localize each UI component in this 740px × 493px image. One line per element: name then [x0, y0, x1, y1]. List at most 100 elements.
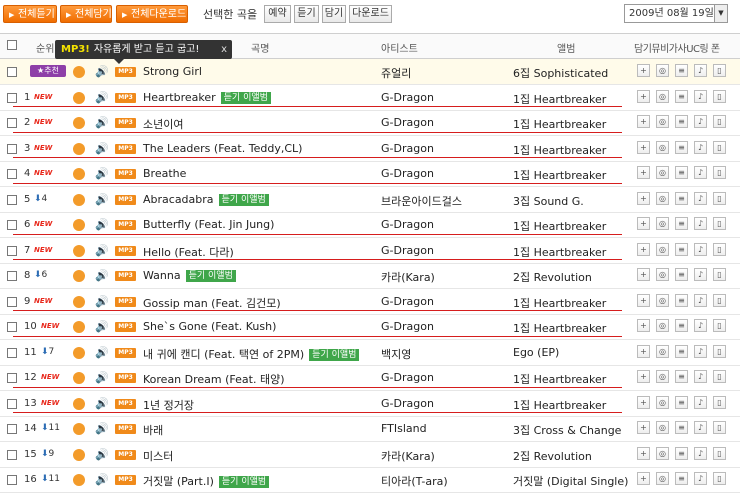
- song-title[interactable]: 거짓말 (Part.I) 듣기 이앨범: [143, 473, 270, 489]
- phone-icon[interactable]: ▯: [713, 472, 726, 485]
- row-checkbox[interactable]: [7, 118, 17, 128]
- artist-name[interactable]: 카라(Kara): [381, 448, 435, 464]
- mp3-icon[interactable]: MP3: [115, 322, 136, 332]
- phone-icon[interactable]: ▯: [713, 395, 726, 409]
- mv-icon[interactable]: ◎: [656, 293, 669, 307]
- song-title[interactable]: 미스터: [143, 448, 173, 464]
- row-checkbox[interactable]: [7, 143, 17, 154]
- album-name[interactable]: 1집 Heartbreaker: [513, 91, 606, 107]
- play-all-button[interactable]: ▶ 전체듣기: [3, 5, 57, 23]
- phone-icon[interactable]: ▯: [713, 217, 726, 230]
- speaker-icon[interactable]: 🔊: [95, 244, 109, 257]
- lyrics-icon[interactable]: ≡: [675, 293, 688, 307]
- play-icon[interactable]: [73, 142, 85, 155]
- row-checkbox[interactable]: [7, 296, 17, 307]
- phone-icon[interactable]: ▯: [713, 446, 726, 460]
- phone-icon[interactable]: ▯: [713, 242, 726, 256]
- mv-icon[interactable]: ◎: [656, 166, 669, 179]
- lyrics-icon[interactable]: ≡: [675, 421, 688, 434]
- mv-icon[interactable]: ◎: [656, 217, 669, 230]
- song-title[interactable]: Heartbreaker 듣기 이앨범: [143, 91, 271, 104]
- album-name[interactable]: 1집 Heartbreaker: [513, 295, 606, 311]
- lyrics-icon[interactable]: ≡: [675, 344, 688, 358]
- ucc-icon[interactable]: ♪: [694, 472, 707, 485]
- table-row[interactable]: 14 ⬇11 🔊 MP3 바래 FTIsland 3집 Cross & Change + ◎ ≡ ♪…: [0, 416, 740, 442]
- row-checkbox[interactable]: [7, 398, 17, 409]
- chevron-down-icon[interactable]: ▼: [714, 4, 728, 23]
- song-title[interactable]: Gossip man (Feat. 김건모): [143, 295, 281, 311]
- play-icon[interactable]: [73, 295, 85, 308]
- mp3-icon[interactable]: MP3: [115, 245, 136, 256]
- add-button[interactable]: 담기: [322, 5, 346, 23]
- album-name[interactable]: Ego (EP): [513, 346, 559, 359]
- add-icon[interactable]: +: [637, 395, 650, 409]
- ucc-icon[interactable]: ♪: [694, 421, 707, 434]
- play-icon[interactable]: [73, 91, 85, 104]
- album-name[interactable]: 1집 Heartbreaker: [513, 142, 606, 158]
- add-icon[interactable]: +: [637, 344, 650, 358]
- mv-icon[interactable]: ◎: [656, 191, 669, 205]
- mp3-icon[interactable]: MP3: [115, 220, 136, 230]
- artist-name[interactable]: G-Dragon: [381, 397, 434, 410]
- phone-icon[interactable]: ▯: [713, 293, 726, 307]
- play-icon[interactable]: [73, 66, 85, 78]
- album-name[interactable]: 6집 Sophisticated: [513, 65, 608, 81]
- song-title[interactable]: She`s Gone (Feat. Kush): [143, 320, 276, 333]
- ucc-icon[interactable]: ♪: [694, 64, 707, 77]
- phone-icon[interactable]: ▯: [713, 89, 726, 103]
- lyrics-icon[interactable]: ≡: [675, 446, 688, 460]
- phone-icon[interactable]: ▯: [713, 268, 726, 281]
- speaker-icon[interactable]: 🔊: [95, 422, 109, 435]
- row-checkbox[interactable]: [7, 92, 17, 103]
- album-name[interactable]: 2집 Revolution: [513, 269, 592, 285]
- speaker-icon[interactable]: 🔊: [95, 346, 109, 359]
- row-checkbox[interactable]: [7, 424, 17, 434]
- artist-name[interactable]: 티아라(T-ara): [381, 473, 448, 489]
- table-row[interactable]: 8 ⬇6 🔊 MP3 Wanna 듣기 이앨범 카라(Kara) 2집 Revolution +…: [0, 263, 740, 289]
- add-all-button[interactable]: ▶ 전체담기: [60, 5, 112, 23]
- listen-album-badge[interactable]: 듣기 이앨범: [220, 91, 271, 104]
- mp3-icon[interactable]: MP3: [115, 143, 136, 154]
- add-icon[interactable]: +: [637, 217, 650, 230]
- artist-name[interactable]: 브라운아이드걸스: [381, 193, 462, 209]
- add-icon[interactable]: +: [637, 166, 650, 179]
- ucc-icon[interactable]: ♪: [694, 115, 707, 128]
- play-icon[interactable]: [73, 397, 85, 410]
- album-name[interactable]: 3집 Sound G.: [513, 193, 584, 209]
- play-icon[interactable]: [73, 270, 85, 282]
- artist-name[interactable]: G-Dragon: [381, 116, 434, 129]
- speaker-icon[interactable]: 🔊: [95, 218, 109, 231]
- add-icon[interactable]: +: [637, 319, 650, 332]
- album-name[interactable]: 2집 Revolution: [513, 448, 592, 464]
- artist-name[interactable]: 백지영: [381, 346, 411, 362]
- speaker-icon[interactable]: 🔊: [95, 320, 109, 333]
- artist-name[interactable]: FTIsland: [381, 422, 427, 435]
- speaker-icon[interactable]: 🔊: [95, 193, 109, 206]
- play-icon[interactable]: [73, 168, 85, 180]
- artist-name[interactable]: 카라(Kara): [381, 269, 435, 285]
- table-row[interactable]: 5 ⬇4 🔊 MP3 Abracadabra 듣기 이앨범 브라운아이드걸스 3집 Sound…: [0, 187, 740, 213]
- mv-icon[interactable]: ◎: [656, 344, 669, 358]
- row-checkbox[interactable]: [7, 169, 17, 179]
- play-icon[interactable]: [73, 117, 85, 129]
- reserve-button[interactable]: 예약: [264, 5, 291, 23]
- table-row[interactable]: 11 ⬇7 🔊 MP3 내 귀에 캔디 (Feat. 택연 of 2PM) 듣기 이앨범 백…: [0, 340, 740, 366]
- song-title[interactable]: Butterfly (Feat. Jin Jung): [143, 218, 274, 231]
- song-title[interactable]: Hello (Feat. 다라): [143, 244, 234, 260]
- select-all-checkbox[interactable]: [7, 40, 17, 50]
- speaker-icon[interactable]: 🔊: [95, 116, 109, 129]
- song-title[interactable]: 1년 정거장: [143, 397, 194, 413]
- song-title[interactable]: The Leaders (Feat. Teddy,CL): [143, 142, 302, 155]
- mv-icon[interactable]: ◎: [656, 115, 669, 128]
- phone-icon[interactable]: ▯: [713, 370, 726, 383]
- song-title[interactable]: 내 귀에 캔디 (Feat. 택연 of 2PM) 듣기 이앨범: [143, 346, 360, 362]
- play-icon[interactable]: [73, 423, 85, 435]
- add-icon[interactable]: +: [637, 191, 650, 205]
- listen-button[interactable]: 듣기: [294, 5, 319, 23]
- mp3-icon[interactable]: MP3: [115, 398, 136, 409]
- row-checkbox[interactable]: [7, 245, 17, 256]
- table-row[interactable]: 16 ⬇11 🔊 MP3 거짓말 (Part.I) 듣기 이앨범 티아라(T-ara) 거짓말…: [0, 467, 740, 493]
- row-checkbox[interactable]: [7, 322, 17, 332]
- mp3-icon[interactable]: MP3: [115, 194, 136, 205]
- lyrics-icon[interactable]: ≡: [675, 395, 688, 409]
